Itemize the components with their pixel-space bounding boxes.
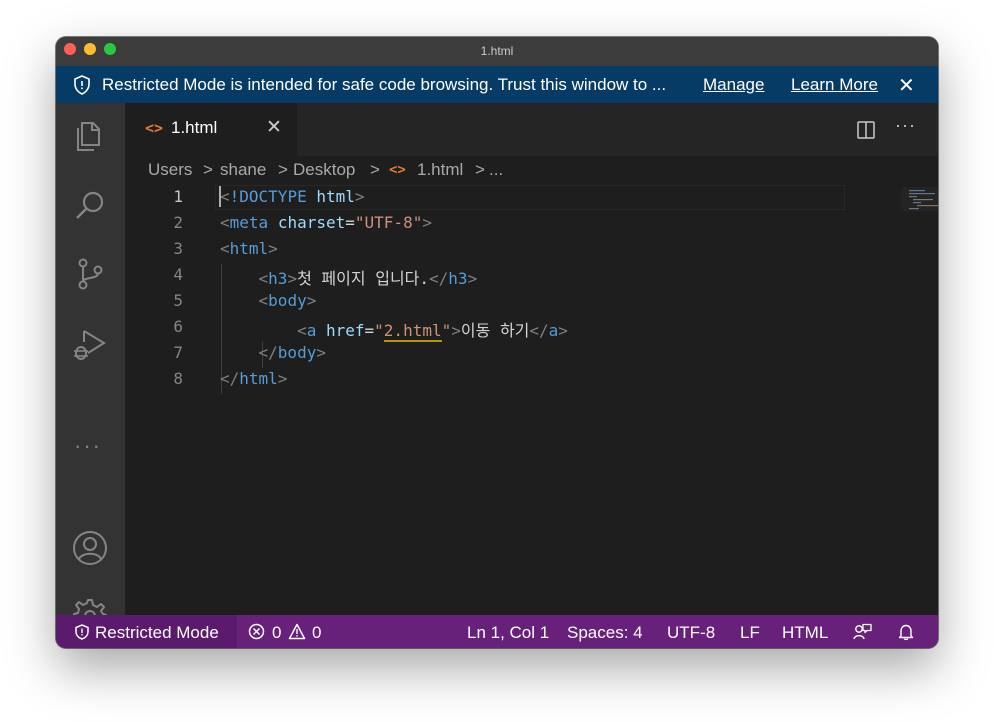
- code-line: 6 <a href="2.html">이동 하기</a>: [125, 313, 845, 342]
- code-line: 4 <h3>첫 페이지 입니다.</h3>: [125, 261, 845, 288]
- code-text: <html>: [220, 239, 278, 258]
- code-text: <body>: [258, 291, 317, 310]
- line-number: 8: [173, 369, 183, 388]
- more-actions-icon[interactable]: ···: [895, 115, 916, 136]
- restricted-mode-banner: Restricted Mode is intended for safe cod…: [56, 66, 938, 103]
- code-text: <meta charset="UTF-8">: [220, 213, 432, 232]
- feedback-icon[interactable]: [853, 623, 872, 641]
- code-text: <a href="2.html">이동 하기</a>: [297, 321, 568, 342]
- code-editor[interactable]: 1 <!DOCTYPE html> 2 <meta charset="UTF-8…: [125, 183, 938, 615]
- code-text: <!DOCTYPE html>: [220, 187, 365, 206]
- breadcrumb-separator: >: [370, 160, 380, 179]
- restricted-mode-status[interactable]: Restricted Mode: [56, 615, 237, 648]
- restricted-mode-label: Restricted Mode: [95, 623, 219, 642]
- breadcrumb-separator: >: [278, 160, 288, 179]
- indentation-status[interactable]: Spaces: 4: [567, 623, 643, 643]
- html-file-icon: <>: [145, 119, 164, 137]
- minimap[interactable]: [901, 187, 938, 211]
- breadcrumb-item-desktop[interactable]: Desktop: [293, 160, 355, 180]
- tab-1-html[interactable]: <> 1.html ✕: [125, 103, 297, 156]
- breadcrumb-separator: >: [203, 160, 213, 179]
- notifications-bell-icon[interactable]: [898, 623, 914, 641]
- code-line: 8 </html>: [125, 365, 845, 391]
- problems-status[interactable]: 0 0: [248, 615, 328, 648]
- code-text: <h3>첫 페이지 입니다.</h3>: [258, 269, 478, 288]
- learn-more-link[interactable]: Learn More: [791, 75, 878, 95]
- eol-status[interactable]: LF: [740, 623, 760, 643]
- code-line: 3 <html>: [125, 235, 845, 261]
- breadcrumb-separator: >: [475, 160, 485, 179]
- html-file-icon: <>: [389, 162, 406, 178]
- language-mode[interactable]: HTML: [782, 623, 828, 643]
- line-number: 7: [173, 343, 183, 362]
- banner-close-icon[interactable]: ✕: [898, 73, 915, 98]
- breadcrumb-item-symbols[interactable]: ...: [489, 160, 503, 180]
- line-number: 3: [173, 239, 183, 258]
- line-number: 5: [173, 291, 183, 310]
- source-control-icon[interactable]: [71, 255, 109, 293]
- breadcrumb: Users > shane > Desktop > <> 1.html > ..…: [125, 156, 938, 183]
- search-icon[interactable]: [71, 187, 109, 225]
- line-number: 1: [173, 187, 183, 206]
- shield-icon: [74, 75, 90, 95]
- explorer-icon[interactable]: [71, 117, 109, 155]
- breadcrumb-item-file[interactable]: 1.html: [417, 160, 463, 180]
- activity-bar: ···: [56, 103, 125, 633]
- shield-icon: [75, 624, 89, 640]
- breadcrumb-item-shane[interactable]: shane: [220, 160, 266, 180]
- tabs-bar: <> 1.html ✕ ···: [125, 103, 938, 156]
- line-number: 2: [173, 213, 183, 232]
- tab-label: 1.html: [171, 118, 218, 137]
- code-text: </html>: [220, 369, 288, 388]
- run-debug-icon[interactable]: [71, 325, 109, 363]
- warning-count: 0: [312, 623, 322, 642]
- code-line: 2 <meta charset="UTF-8">: [125, 209, 845, 235]
- more-icon[interactable]: ···: [74, 433, 102, 459]
- code-text: </body>: [258, 343, 326, 362]
- account-icon[interactable]: [71, 529, 109, 567]
- code-line: 1 <!DOCTYPE html>: [125, 183, 845, 210]
- vscode-window: 1.html Restricted Mode is intended for s…: [56, 37, 938, 648]
- code-line: 5 <body>: [125, 287, 845, 313]
- warning-icon: [288, 623, 306, 640]
- line-number: 6: [173, 317, 183, 336]
- banner-message: Restricted Mode is intended for safe cod…: [102, 75, 667, 94]
- text-cursor: [219, 186, 221, 207]
- title-bar: 1.html: [56, 37, 938, 66]
- split-editor-icon[interactable]: [857, 121, 875, 139]
- status-bar: Restricted Mode 0 0 Ln 1, Col 1 Spaces: …: [56, 615, 938, 648]
- cursor-position[interactable]: Ln 1, Col 1: [467, 623, 549, 643]
- window-title: 1.html: [480, 44, 514, 58]
- error-icon: [248, 623, 265, 640]
- code-line: 7 </body>: [125, 339, 845, 365]
- tab-close-icon[interactable]: ✕: [266, 116, 282, 139]
- breadcrumb-item-users[interactable]: Users: [148, 160, 192, 180]
- error-count: 0: [272, 623, 282, 642]
- encoding-status[interactable]: UTF-8: [667, 623, 715, 643]
- line-number: 4: [173, 265, 183, 284]
- manage-link[interactable]: Manage: [703, 75, 764, 95]
